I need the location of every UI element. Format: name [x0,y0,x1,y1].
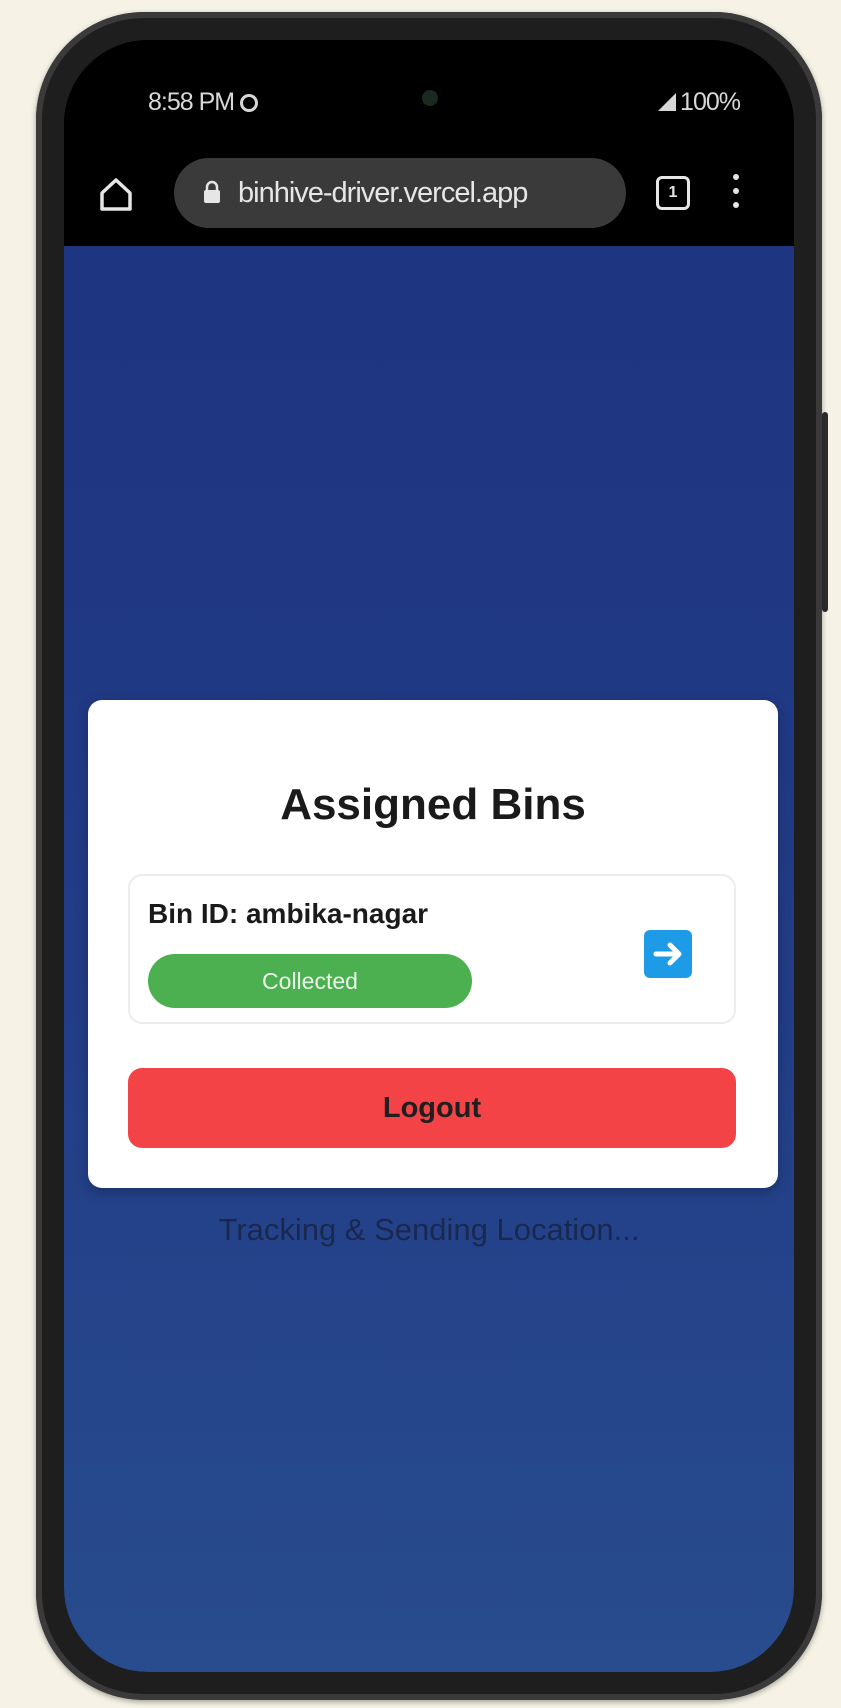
tracking-status-text: Tracking & Sending Location... [218,1212,640,1247]
bin-id-label: Bin ID: ambika-nagar [148,898,429,929]
arrow-right-icon [653,942,682,966]
front-camera [422,90,438,106]
home-icon[interactable] [98,176,134,212]
tabs-icon[interactable]: 1 [656,176,690,210]
web-content: Assigned Bins Bin ID: ambika-nagar Colle… [64,246,794,1672]
assigned-bins-card: Assigned Bins Bin ID: ambika-nagar Colle… [88,700,778,1188]
signal-icon [658,93,677,111]
lock-icon [204,180,220,203]
battery-level: 100% [680,88,741,116]
phone-side-button [822,412,828,612]
status-right-group: 100% [658,88,741,117]
open-bin-button[interactable] [644,930,692,978]
status-time: 8:58 PM [148,88,235,116]
address-bar[interactable]: binhive-driver.vercel.app [174,158,626,228]
phone-screen: 8:58 PM 100% binhive-driver.vercel.app 1 [64,40,794,1672]
url-text: binhive-driver.vercel.app [238,177,528,209]
bin-status-badge: Collected [148,954,472,1008]
phone-frame: 8:58 PM 100% binhive-driver.vercel.app 1 [36,12,828,1700]
status-time-group: 8:58 PM [148,88,259,117]
browser-toolbar: binhive-driver.vercel.app 1 [64,136,794,246]
bin-list-item: Bin ID: ambika-nagar Collected [128,874,736,1024]
status-notification-icon [240,94,259,112]
card-title: Assigned Bins [280,780,586,829]
more-vert-icon[interactable] [730,174,742,214]
logout-button[interactable]: Logout [128,1068,736,1148]
